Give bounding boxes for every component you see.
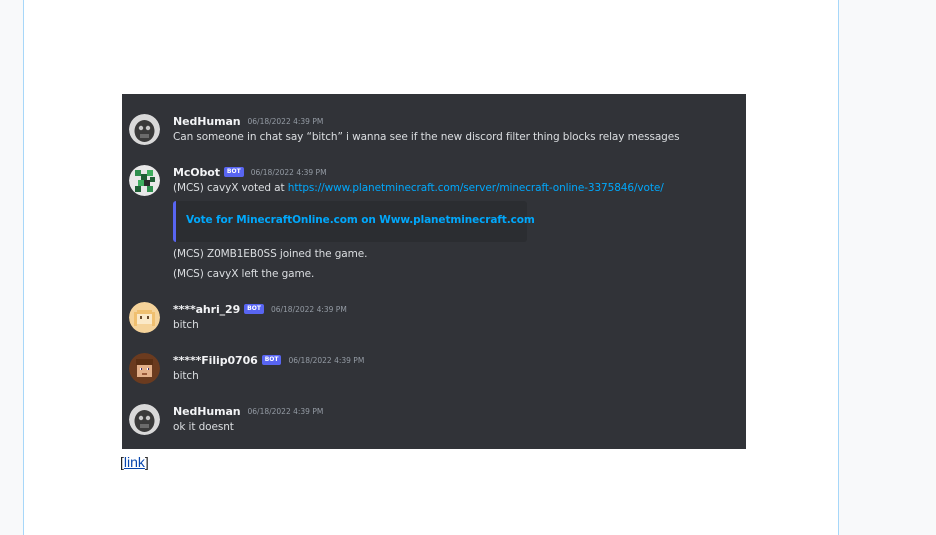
timestamp: 06/18/2022 4:39 PM bbox=[247, 116, 324, 126]
message-text: bitch bbox=[173, 370, 199, 382]
caption-close-bracket: ] bbox=[144, 454, 149, 470]
message-text: Can someone in chat say “bitch” i wanna … bbox=[173, 131, 680, 143]
username[interactable]: ****ahri_29 bbox=[173, 303, 240, 316]
avatar bbox=[129, 114, 160, 145]
discord-chat-screenshot: NedHuman 06/18/2022 4:39 PM Can someone … bbox=[122, 94, 746, 449]
avatar bbox=[129, 404, 160, 435]
username[interactable]: *****Filip0706 bbox=[173, 354, 258, 367]
avatar bbox=[129, 353, 160, 384]
embed-title-link[interactable]: Vote for MinecraftOnline.com on Www.plan… bbox=[186, 214, 535, 226]
timestamp: 06/18/2022 4:39 PM bbox=[250, 167, 327, 177]
image-caption: [link] bbox=[120, 454, 149, 470]
message-text: (MCS) cavyX voted at https://www.planetm… bbox=[173, 182, 664, 194]
message-text: (MCS) Z0MB1EB0SS joined the game. bbox=[173, 248, 368, 260]
username[interactable]: NedHuman bbox=[173, 115, 241, 128]
bot-badge: BOT bbox=[261, 355, 282, 365]
timestamp: 06/18/2022 4:39 PM bbox=[270, 304, 347, 314]
message-text: bitch bbox=[173, 319, 199, 331]
timestamp: 06/18/2022 4:39 PM bbox=[288, 355, 365, 365]
timestamp: 06/18/2022 4:39 PM bbox=[247, 406, 324, 416]
username[interactable]: NedHuman bbox=[173, 405, 241, 418]
caption-link[interactable]: link bbox=[124, 454, 145, 470]
avatar bbox=[129, 165, 160, 196]
vote-url-link[interactable]: https://www.planetminecraft.com/server/m… bbox=[288, 182, 664, 194]
vote-prefix: (MCS) cavyX voted at bbox=[173, 182, 288, 194]
bot-badge: BOT bbox=[244, 304, 264, 314]
bot-badge: BOT bbox=[223, 167, 244, 177]
avatar bbox=[129, 302, 160, 333]
link-embed: Vote for MinecraftOnline.com on Www.plan… bbox=[173, 201, 535, 242]
message-text: (MCS) cavyX left the game. bbox=[173, 268, 315, 280]
message-text: ok it doesnt bbox=[173, 421, 234, 433]
username[interactable]: McObot bbox=[173, 166, 220, 179]
